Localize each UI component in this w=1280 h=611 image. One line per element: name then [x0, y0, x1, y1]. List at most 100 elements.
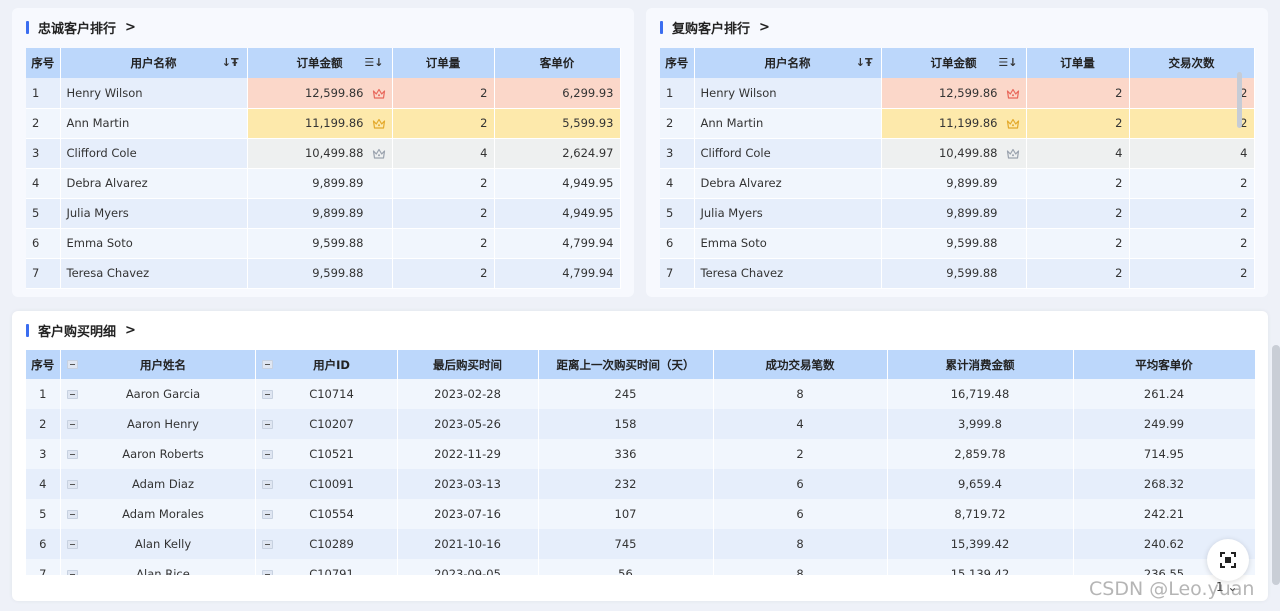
- table-row[interactable]: 2 Ann Martin 11,199.86 2 2: [660, 108, 1255, 139]
- table-row[interactable]: 6 Emma Soto 9,599.88 2 4,799.94: [26, 228, 621, 259]
- col-name[interactable]: 用户名称 ↓Ŧ: [694, 48, 882, 78]
- cell-avg-order: 261.24: [1073, 379, 1256, 409]
- table-row[interactable]: 4 Debra Alvarez 9,899.89 2 2: [660, 168, 1255, 199]
- watermark: CSDN @Leo.yuan: [1089, 578, 1255, 600]
- col-last-purchase: 最后购买时间: [397, 350, 539, 379]
- cell-avg-order: 242.21: [1073, 499, 1256, 529]
- loyal-panel-title[interactable]: 忠诚客户排行 >: [26, 18, 136, 37]
- cell-avg: 6,299.93: [494, 78, 621, 109]
- fullscreen-button[interactable]: [1207, 539, 1249, 581]
- detail-panel-title[interactable]: 客户购买明细 >: [26, 321, 136, 340]
- cell-user-name-text: Alan Rice: [136, 567, 190, 575]
- cell-trades: 2: [1129, 228, 1255, 259]
- cell-amount: 11,199.86: [247, 108, 393, 139]
- cell-trade-count: 2: [713, 439, 888, 469]
- repeat-panel-title[interactable]: 复购客户排行 >: [660, 18, 770, 37]
- collapse-icon[interactable]: [261, 449, 273, 459]
- collapse-icon[interactable]: [66, 449, 78, 459]
- cell-orders: 4: [1026, 138, 1130, 169]
- cell-last-purchase: 2021-10-16: [397, 529, 539, 559]
- table-row[interactable]: 7 Teresa Chavez 9,599.88 2 4,799.94: [26, 258, 621, 289]
- table-row[interactable]: 1 Henry Wilson 12,599.86 2 2: [660, 78, 1255, 109]
- col-days-since: 距离上一次购买时间（天）: [538, 350, 714, 379]
- cell-name: Teresa Chavez: [60, 258, 248, 289]
- cell-user-id: C10521: [255, 439, 398, 469]
- page-scrollbar[interactable]: [1272, 345, 1280, 585]
- table-row[interactable]: 5 Julia Myers 9,899.89 2 4,949.95: [26, 198, 621, 229]
- collapse-icon[interactable]: [261, 479, 273, 489]
- cell-amount: 9,899.89: [247, 198, 393, 229]
- col-user-id[interactable]: 用户ID: [255, 350, 398, 379]
- cell-orders: 2: [392, 78, 495, 109]
- chevron-right-icon[interactable]: >: [125, 323, 136, 338]
- collapse-icon[interactable]: [66, 389, 78, 399]
- table-row[interactable]: 2 Ann Martin 11,199.86 2 5,599.93: [26, 108, 621, 139]
- detail-table-viewport[interactable]: 序号 用户姓名 用户ID 最后购买时间 距离上一次购买时间（天） 成功交易笔数 …: [26, 350, 1256, 575]
- col-name[interactable]: 用户名称 ↓Ŧ: [60, 48, 248, 78]
- table-row[interactable]: 7 Teresa Chavez 9,599.88 2 2: [660, 258, 1255, 289]
- sort-desc-icon[interactable]: ☰↓: [364, 56, 383, 69]
- collapse-icon[interactable]: [261, 539, 273, 549]
- cell-name: Debra Alvarez: [60, 168, 248, 199]
- cell-amount: 9,599.88: [247, 228, 393, 259]
- collapse-icon[interactable]: [261, 509, 273, 519]
- cell-trade-count: 8: [713, 529, 888, 559]
- col-amount[interactable]: 订单金额 ☰↓: [881, 48, 1027, 78]
- cell-rank: 6: [26, 529, 61, 559]
- cell-amount-value: 12,599.86: [304, 85, 364, 100]
- cell-trade-count: 6: [713, 469, 888, 499]
- cell-rank: 5: [660, 198, 695, 229]
- cell-rank: 6: [660, 228, 695, 259]
- cell-user-id: C10791: [255, 559, 398, 575]
- table-scrollbar[interactable]: [1237, 72, 1242, 128]
- cell-total-spend: 16,719.48: [887, 379, 1074, 409]
- table-row[interactable]: 5 Julia Myers 9,899.89 2 2: [660, 198, 1255, 229]
- table-row[interactable]: 5 Adam Morales C10554 2023-07-16 107 6 8,719.7…: [26, 499, 1256, 529]
- sort-filter-icon[interactable]: ↓Ŧ: [222, 56, 239, 69]
- cell-orders: 2: [392, 108, 495, 139]
- cell-rank: 7: [26, 559, 61, 575]
- table-row[interactable]: 4 Debra Alvarez 9,899.89 2 4,949.95: [26, 168, 621, 199]
- chevron-right-icon[interactable]: >: [125, 20, 136, 35]
- cell-name: Julia Myers: [694, 198, 882, 229]
- cell-rank: 1: [660, 78, 695, 109]
- collapse-icon[interactable]: [261, 569, 273, 575]
- cell-user-id-text: C10714: [309, 387, 354, 401]
- collapse-icon[interactable]: [66, 479, 78, 489]
- cell-last-purchase: 2023-07-16: [397, 499, 539, 529]
- collapse-icon[interactable]: [261, 360, 273, 369]
- cell-last-purchase: 2022-11-29: [397, 439, 539, 469]
- cell-user-name: Aaron Henry: [60, 409, 256, 439]
- collapse-icon[interactable]: [261, 389, 273, 399]
- sort-desc-icon[interactable]: ☰↓: [998, 56, 1017, 69]
- table-row[interactable]: 3 Clifford Cole 10,499.88 4 4: [660, 138, 1255, 169]
- table-row[interactable]: 2 Aaron Henry C10207 2023-05-26 158 4 3,999.8 2…: [26, 409, 1256, 439]
- table-row[interactable]: 1 Aaron Garcia C10714 2023-02-28 245 8 16,719.…: [26, 379, 1256, 409]
- col-amount-label: 订单金额: [930, 56, 977, 70]
- sort-filter-icon[interactable]: ↓Ŧ: [856, 56, 873, 69]
- table-row[interactable]: 3 Aaron Roberts C10521 2022-11-29 336 2 2,859.…: [26, 439, 1256, 469]
- cell-rank: 6: [26, 228, 61, 259]
- collapse-icon[interactable]: [66, 569, 78, 575]
- collapse-icon[interactable]: [66, 360, 78, 369]
- collapse-icon[interactable]: [261, 419, 273, 429]
- cell-trades: 4: [1129, 138, 1255, 169]
- collapse-icon[interactable]: [66, 509, 78, 519]
- crown-icon: [1006, 88, 1019, 99]
- cell-name: Clifford Cole: [60, 138, 248, 169]
- col-amount[interactable]: 订单金额 ☰↓: [247, 48, 393, 78]
- col-user-name[interactable]: 用户姓名: [60, 350, 256, 379]
- cell-rank: 4: [26, 469, 61, 499]
- table-row[interactable]: 6 Alan Kelly C10289 2021-10-16 745 8 15,399.42…: [26, 529, 1256, 559]
- table-row[interactable]: 6 Emma Soto 9,599.88 2 2: [660, 228, 1255, 259]
- table-row[interactable]: 3 Clifford Cole 10,499.88 4 2,624.97: [26, 138, 621, 169]
- table-row[interactable]: 4 Adam Diaz C10091 2023-03-13 232 6 9,659.4 268…: [26, 469, 1256, 499]
- table-row[interactable]: 1 Henry Wilson 12,599.86 2 6,299.93: [26, 78, 621, 109]
- collapse-icon[interactable]: [66, 539, 78, 549]
- table-row[interactable]: 7 Alan Rice C10791 2023-09-05 56 8 15,139.42 23…: [26, 559, 1256, 575]
- cell-user-id-text: C10791: [309, 567, 354, 575]
- cell-avg: 4,799.94: [494, 258, 621, 289]
- chevron-right-icon[interactable]: >: [759, 20, 770, 35]
- collapse-icon[interactable]: [66, 419, 78, 429]
- cell-rank: 5: [26, 499, 61, 529]
